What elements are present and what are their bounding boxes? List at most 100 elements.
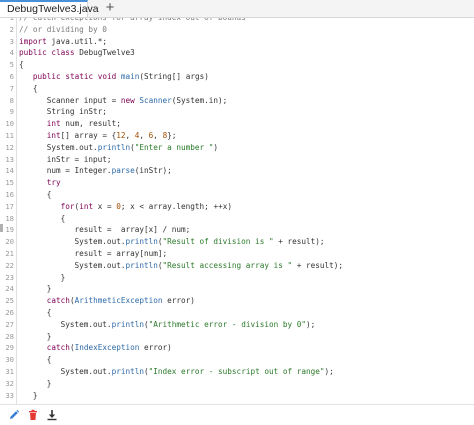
code-text: System.out.println("Enter a number ") bbox=[19, 142, 218, 154]
code-token: ); bbox=[306, 319, 316, 329]
code-token: (String[] args) bbox=[139, 71, 209, 81]
code-line[interactable]: 19 result = array[x] / num; bbox=[0, 224, 474, 236]
code-text: public static void main(String[] args) bbox=[19, 71, 209, 83]
code-line[interactable]: 26 { bbox=[0, 307, 474, 319]
code-token: println bbox=[111, 319, 144, 329]
code-line[interactable]: 18 { bbox=[0, 213, 474, 225]
code-token: + result); bbox=[292, 260, 344, 270]
code-token: static bbox=[65, 71, 94, 81]
line-number: 25 bbox=[5, 296, 14, 306]
code-line[interactable]: 31 System.out.println("Index error - sub… bbox=[0, 366, 474, 378]
code-text: { bbox=[19, 354, 52, 366]
code-text: import java.util.*; bbox=[19, 36, 107, 48]
line-number: 9 bbox=[9, 107, 14, 117]
code-line[interactable]: 12 System.out.println("Enter a number ") bbox=[0, 142, 474, 154]
code-token: { bbox=[19, 307, 52, 317]
code-token: ArithmeticException bbox=[74, 296, 163, 306]
line-number: 21 bbox=[5, 248, 14, 258]
tab-debugtwelve3[interactable]: DebugTwelve3.java bbox=[0, 0, 99, 17]
code-token: int bbox=[46, 119, 61, 129]
code-token: "Result accessing array is " bbox=[162, 260, 293, 270]
code-token: ; x < array.length; ++x) bbox=[120, 201, 232, 211]
code-text: num = Integer.parse(inStr); bbox=[19, 165, 172, 177]
code-line[interactable]: 5{ bbox=[0, 59, 474, 71]
code-token: println bbox=[97, 142, 131, 152]
code-line[interactable]: 3 import java.util.*; bbox=[0, 36, 474, 48]
line-number: 31 bbox=[5, 366, 14, 376]
code-line[interactable]: 4 public class DebugTwelve3 bbox=[0, 47, 474, 59]
code-token: int bbox=[79, 201, 94, 211]
code-token: import bbox=[19, 36, 47, 46]
code-text: catch(IndexException error) bbox=[19, 342, 172, 354]
line-number: 13 bbox=[5, 154, 14, 164]
code-text: catch(ArithmeticException error) bbox=[19, 295, 195, 307]
code-line[interactable]: 30 { bbox=[0, 354, 474, 366]
add-tab-button[interactable]: + bbox=[104, 0, 116, 16]
code-text: result = array[x] / num; bbox=[19, 224, 191, 236]
code-token: println bbox=[125, 237, 158, 247]
code-line[interactable]: 32 } bbox=[0, 378, 474, 390]
code-token: "Enter a number " bbox=[134, 142, 214, 152]
line-number: 2 bbox=[9, 24, 14, 34]
code-line[interactable]: 16 { bbox=[0, 189, 474, 201]
code-text: inStr = input; bbox=[19, 154, 112, 166]
code-text: result = array[num]; bbox=[19, 248, 168, 260]
code-line[interactable]: 24 } bbox=[0, 283, 474, 295]
code-token: [] array = { bbox=[60, 130, 117, 140]
line-number: 20 bbox=[5, 237, 14, 247]
code-line[interactable]: 6 public static void main(String[] args) bbox=[0, 71, 474, 83]
code-line[interactable]: 11 int[] array = {12, 4, 6, 8}; bbox=[0, 130, 474, 142]
code-line[interactable]: 25 catch(ArithmeticException error) bbox=[0, 295, 474, 307]
code-line[interactable]: 15 try bbox=[0, 177, 474, 189]
line-number: 18 bbox=[5, 213, 14, 223]
code-token: result = array[x] / num; bbox=[19, 225, 191, 235]
download-icon[interactable] bbox=[46, 409, 58, 421]
code-token: } bbox=[19, 284, 52, 294]
code-line[interactable]: 10 int num, result; bbox=[0, 118, 474, 130]
code-line[interactable]: 17 for(int x = 0; x < array.length; ++x) bbox=[0, 201, 474, 213]
code-line[interactable]: 28 } bbox=[0, 331, 474, 343]
line-number: 26 bbox=[5, 307, 14, 317]
code-line[interactable]: 2 // or dividing by 0 bbox=[0, 24, 474, 36]
code-line[interactable]: 22 System.out.println("Result accessing … bbox=[0, 260, 474, 272]
code-token: java.util.*; bbox=[46, 36, 107, 46]
code-line[interactable]: 8 Scanner input = new Scanner(System.in)… bbox=[0, 95, 474, 107]
pencil-icon[interactable] bbox=[8, 409, 20, 421]
code-token: { bbox=[19, 213, 66, 223]
code-line[interactable]: 33 } bbox=[0, 390, 474, 402]
code-token: try bbox=[19, 178, 61, 188]
code-token: , bbox=[139, 130, 149, 140]
code-text: System.out.println("Result accessing arr… bbox=[19, 260, 343, 272]
trash-icon[interactable] bbox=[27, 409, 39, 421]
code-token: // catch exceptions for array index out … bbox=[19, 18, 246, 22]
code-token: int bbox=[46, 130, 61, 140]
code-line[interactable]: 20 System.out.println("Result of divisio… bbox=[0, 236, 474, 248]
code-token: "Index error - subscript out of range" bbox=[148, 366, 325, 376]
code-text: public class DebugTwelve3 bbox=[19, 47, 135, 59]
code-line[interactable]: 29 catch(IndexException error) bbox=[0, 342, 474, 354]
code-token: Scanner input = bbox=[19, 95, 121, 105]
code-token: public bbox=[19, 48, 47, 58]
code-token: String inStr; bbox=[19, 107, 107, 117]
line-number: 19 bbox=[5, 225, 14, 235]
code-text: { bbox=[19, 83, 38, 95]
code-line[interactable]: 23 } bbox=[0, 272, 474, 284]
code-text: int[] array = {12, 4, 6, 8}; bbox=[19, 130, 177, 142]
code-line[interactable]: 14 num = Integer.parse(inStr); bbox=[0, 165, 474, 177]
code-token: inStr = input; bbox=[19, 154, 112, 164]
code-line[interactable]: 21 result = array[num]; bbox=[0, 248, 474, 260]
code-editor[interactable]: 1// catch exceptions for array index out… bbox=[0, 18, 474, 404]
code-line[interactable]: 9 String inStr; bbox=[0, 106, 474, 118]
code-token: Scanner bbox=[139, 95, 172, 105]
code-token: (inStr); bbox=[134, 166, 172, 176]
code-token: public bbox=[32, 71, 61, 81]
code-text: System.out.println("Arithmetic error - d… bbox=[19, 319, 316, 331]
code-line[interactable]: 13 inStr = input; bbox=[0, 154, 474, 166]
code-text: for(int x = 0; x < array.length; ++x) bbox=[19, 201, 232, 213]
code-token: { bbox=[19, 355, 52, 365]
code-line[interactable]: 7 { bbox=[0, 83, 474, 95]
code-line[interactable]: 27 System.out.println("Arithmetic error … bbox=[0, 319, 474, 331]
